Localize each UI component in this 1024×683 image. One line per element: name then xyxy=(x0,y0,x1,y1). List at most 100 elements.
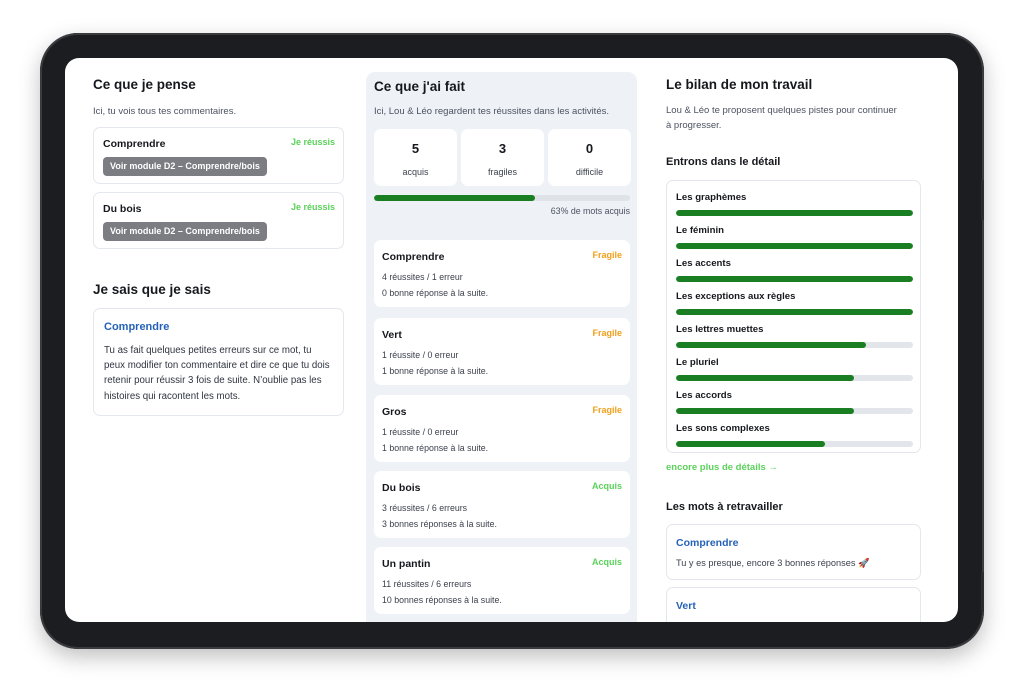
skill-progress-fill xyxy=(676,375,854,381)
status-badge: Je réussis xyxy=(290,137,335,147)
skill-row: Le pluriel xyxy=(676,357,913,381)
activity-title: Vert xyxy=(382,329,402,341)
stat-value: 0 xyxy=(585,141,594,156)
progress-label: 63% de mots acquis xyxy=(550,206,630,216)
power-button xyxy=(981,572,984,612)
skill-name: Les exceptions aux règles xyxy=(676,291,796,302)
skill-name: Le féminin xyxy=(676,225,724,236)
skill-row: Les graphèmes xyxy=(676,192,913,216)
skill-progress-bar xyxy=(676,441,913,447)
section-title: Le bilan de mon travail xyxy=(666,77,813,92)
skill-progress-fill xyxy=(676,408,854,414)
skill-name: Les graphèmes xyxy=(676,192,747,203)
rework-word-card[interactable]: Comprendre Tu y es presque, encore 3 bon… xyxy=(666,524,921,580)
comment-card[interactable]: Comprendre Je réussis Voir module D2 – C… xyxy=(93,127,344,184)
skill-name: Les lettres muettes xyxy=(676,324,764,335)
volume-button xyxy=(981,180,984,220)
rework-word-title: Comprendre xyxy=(676,537,739,549)
know-title: Je sais que je sais xyxy=(93,282,211,297)
know-card-text: Tu as fait quelques petites erreurs sur … xyxy=(104,345,330,402)
skill-name: Les accords xyxy=(676,390,732,401)
activity-results: 11 réussites / 6 erreurs xyxy=(382,579,472,589)
activity-status-badge: Fragile xyxy=(592,328,622,338)
activity-card[interactable]: Vert Fragile 1 réussite / 0 erreur 1 bonne … xyxy=(374,318,630,385)
view-module-button[interactable]: Voir module D2 – Comprendre/bois xyxy=(103,222,267,241)
more-details-link[interactable]: encore plus de détails → xyxy=(666,462,778,473)
section-subtitle: Ici, Lou & Léo regardent tes réussites d… xyxy=(374,106,609,117)
comment-card[interactable]: Du bois Je réussis Voir module D2 – Comp… xyxy=(93,192,344,249)
words-progress-fill xyxy=(374,195,536,201)
skill-progress-bar xyxy=(676,276,913,282)
activity-card[interactable]: Comprendre Fragile 4 réussites / 1 erreur 0… xyxy=(374,240,630,307)
skills-card: Les graphèmes Le féminin Les accents Les ex… xyxy=(666,180,921,453)
skill-progress-bar xyxy=(676,210,913,216)
activity-streak: 0 bonne réponse à la suite. xyxy=(382,288,489,298)
skill-progress-bar xyxy=(676,408,913,414)
skill-row: Les accents xyxy=(676,258,913,282)
stat-difficult: 0 difficile xyxy=(548,129,631,186)
skill-progress-fill xyxy=(676,210,913,216)
skill-name: Les accents xyxy=(676,258,731,269)
skill-progress-fill xyxy=(676,276,913,282)
skill-progress-bar xyxy=(676,309,913,315)
detail-title: Entrons dans le détail xyxy=(666,156,781,168)
app-screen: Ce que je pense Ici, tu vois tous tes co… xyxy=(65,58,958,622)
view-module-button[interactable]: Voir module D2 – Comprendre/bois xyxy=(103,157,267,176)
skill-row: Les accords xyxy=(676,390,913,414)
skill-row: Les lettres muettes xyxy=(676,324,913,348)
words-progress-bar xyxy=(374,195,630,201)
section-title: Ce que j'ai fait xyxy=(374,79,465,94)
skill-progress-bar xyxy=(676,342,913,348)
activity-results: 1 réussite / 0 erreur xyxy=(382,350,459,360)
activity-status-badge: Fragile xyxy=(592,405,622,415)
skill-progress-bar xyxy=(676,243,913,249)
activity-streak: 10 bonnes réponses à la suite. xyxy=(382,595,502,605)
activity-card[interactable]: Gros Fragile 1 réussite / 0 erreur 1 bonne … xyxy=(374,395,630,462)
stat-value: 5 xyxy=(411,141,420,156)
stat-label: acquis xyxy=(402,167,429,177)
stat-fragile: 3 fragiles xyxy=(461,129,544,186)
section-subtitle-line-1: Lou & Léo te proposent quelques pistes p… xyxy=(666,105,897,116)
stat-label: fragiles xyxy=(487,167,517,177)
rework-word-card[interactable]: Vert xyxy=(666,587,921,622)
rework-title: Les mots à retravailler xyxy=(666,501,783,513)
know-card-title: Comprendre xyxy=(104,321,170,333)
comment-title: Comprendre xyxy=(103,138,166,150)
activity-status-badge: Acquis xyxy=(591,481,622,491)
skill-name: Les sons complexes xyxy=(676,423,770,434)
stat-value: 3 xyxy=(498,141,507,156)
activity-title: Un pantin xyxy=(382,558,431,570)
activity-streak: 1 bonne réponse à la suite. xyxy=(382,366,489,376)
section-subtitle: Ici, tu vois tous tes commentaires. xyxy=(93,106,237,117)
activity-card[interactable]: Un pantin Acquis 11 réussites / 6 erreurs 1… xyxy=(374,547,630,614)
skill-progress-fill xyxy=(676,441,826,447)
stat-label: difficile xyxy=(575,167,604,177)
activity-streak: 1 bonne réponse à la suite. xyxy=(382,443,489,453)
comment-title: Du bois xyxy=(103,203,142,215)
status-badge: Je réussis xyxy=(290,202,335,212)
skill-row: Le féminin xyxy=(676,225,913,249)
activity-results: 3 réussites / 6 erreurs xyxy=(382,503,468,513)
section-subtitle-line-2: à progresser. xyxy=(666,120,722,131)
activity-card[interactable]: Du bois Acquis 3 réussites / 6 erreurs 3 bo… xyxy=(374,471,630,538)
done-column: Ce que j'ai fait Ici, Lou & Léo regarden… xyxy=(366,72,637,622)
activity-results: 4 réussites / 1 erreur xyxy=(382,272,463,282)
activity-results: 1 réussite / 0 erreur xyxy=(382,427,459,437)
section-title: Ce que je pense xyxy=(93,77,196,92)
rework-word-title: Vert xyxy=(676,600,696,612)
rework-word-text: Tu y es presque, encore 3 bonnes réponse… xyxy=(676,558,870,568)
skill-name: Le pluriel xyxy=(676,357,719,368)
skill-row: Les exceptions aux règles xyxy=(676,291,913,315)
activity-status-badge: Fragile xyxy=(592,250,622,260)
activity-streak: 3 bonnes réponses à la suite. xyxy=(382,519,497,529)
activity-status-badge: Acquis xyxy=(591,557,622,567)
activity-title: Du bois xyxy=(382,482,421,494)
know-card[interactable]: Comprendre Tu as fait quelques petites e… xyxy=(93,308,344,416)
skill-row: Les sons complexes xyxy=(676,423,913,447)
skill-progress-fill xyxy=(676,243,913,249)
skill-progress-fill xyxy=(676,309,913,315)
skill-progress-fill xyxy=(676,342,866,348)
skill-progress-bar xyxy=(676,375,913,381)
stat-acquired: 5 acquis xyxy=(374,129,457,186)
activity-title: Comprendre xyxy=(382,251,445,263)
